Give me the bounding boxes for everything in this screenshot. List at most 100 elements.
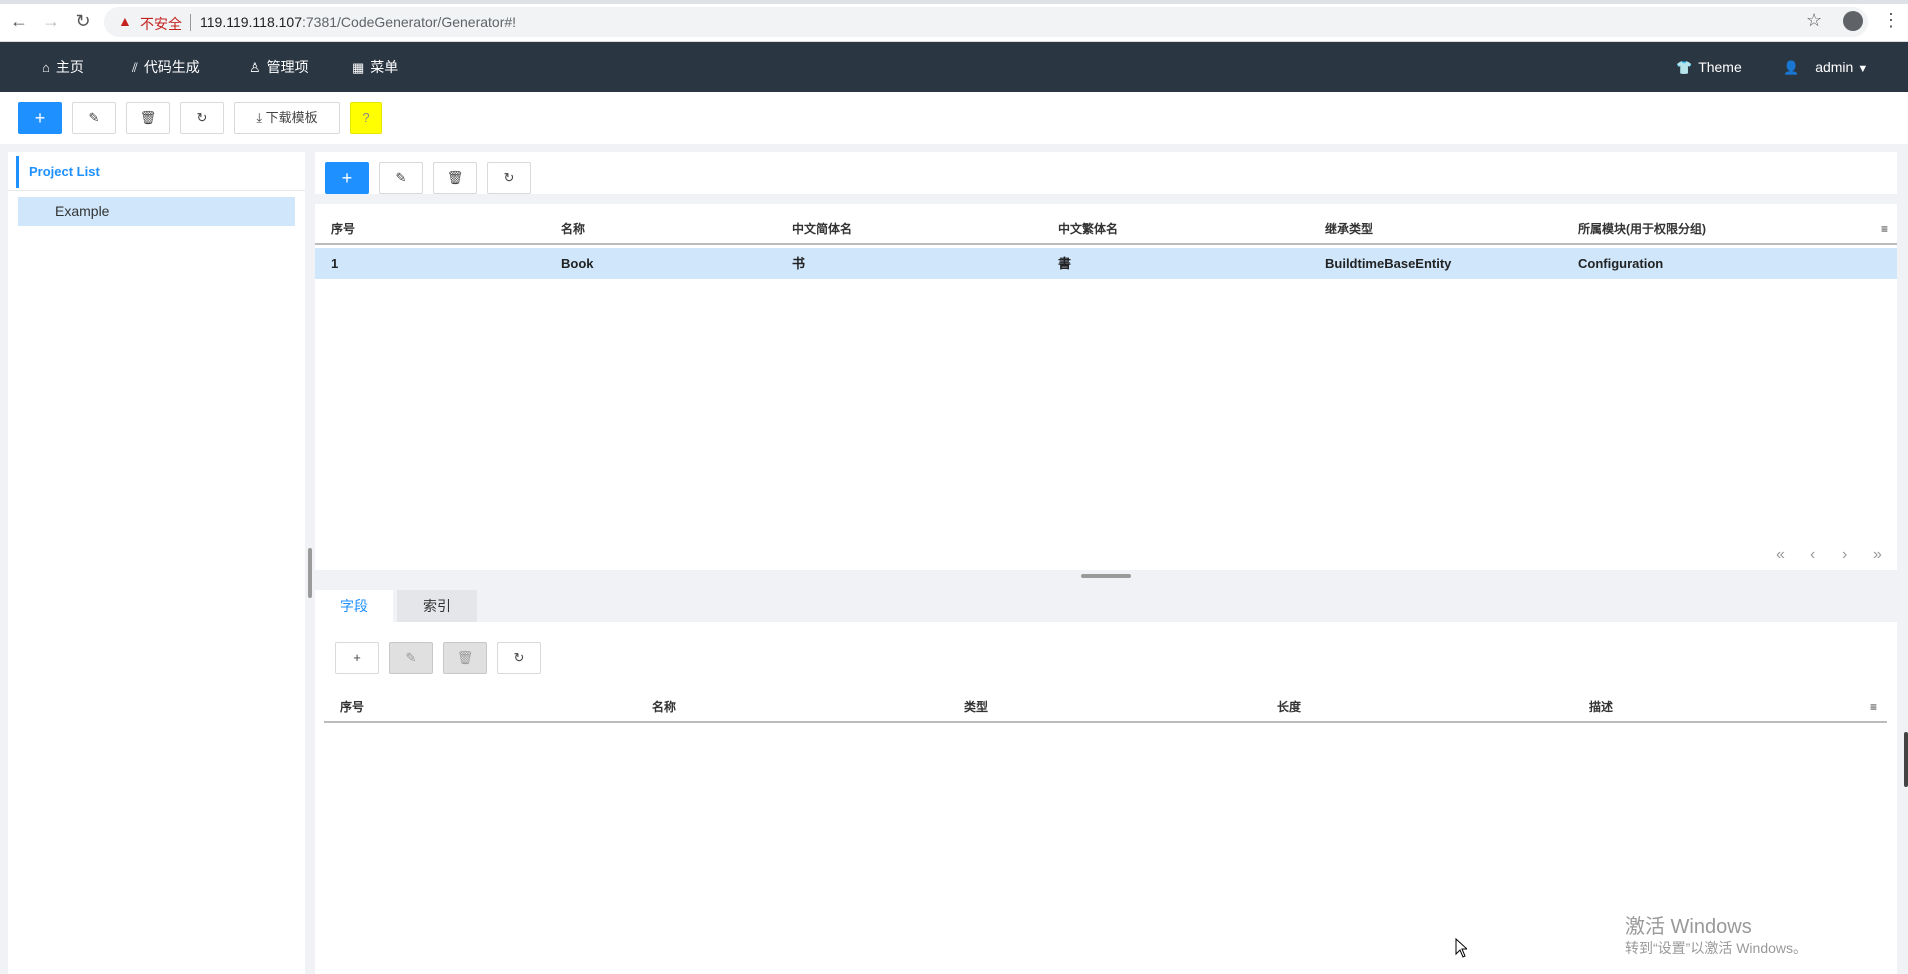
theme-label: Theme [1698,59,1742,75]
home-icon: ⌂ [42,60,50,75]
nav-item-codegen[interactable]: ⫽ 代码生成 [132,42,200,92]
delete-field-button[interactable]: 🗑 [443,642,487,674]
detail-tabs: 字段 索引 [315,582,1897,622]
user-label: admin [1815,59,1854,75]
user-icon: ♙ [249,60,261,75]
table-row[interactable]: 1 Book 书 書 BuildtimeBaseEntity Configura… [315,248,1897,279]
grid-icon: ▦ [352,60,365,75]
refresh-icon: ↻ [503,170,515,185]
horizontal-splitter-handle[interactable] [1081,574,1131,578]
entity-panel: + ✎ 🗑 ↻ 序号 名称 中文简体名 中文繁体名 继承类型 所属模块(用于权限… [315,152,1897,570]
user-menu[interactable]: 👤 admin ▼ [1783,42,1868,92]
security-warning: 不安全 [140,16,182,32]
pager-first-icon[interactable]: « [1776,546,1785,564]
column-header[interactable]: 名称 [561,214,585,245]
refresh-project-button[interactable]: ↻ [180,102,224,134]
add-entity-button[interactable]: + [325,162,369,194]
more-menu-icon[interactable]: ⋮ [1882,10,1900,31]
delete-project-button[interactable]: 🗑 [126,102,170,134]
url-separator [190,14,191,31]
delete-entity-button[interactable]: 🗑 [433,162,477,194]
trash-icon: 🗑 [456,650,474,665]
nav-item-label: 菜单 [370,59,399,75]
pager-last-icon[interactable]: » [1873,546,1882,564]
column-header[interactable]: 名称 [652,692,676,723]
column-menu-icon[interactable]: ≡ [1870,692,1877,723]
plus-icon: + [353,650,361,665]
shirt-icon: 👕 [1676,60,1693,75]
cell-name-cn-simplified: 书 [792,256,806,271]
cell-name-cn-traditional: 書 [1058,256,1072,271]
chevron-down-icon: ▼ [1857,63,1869,75]
project-list-panel: Project List Example [8,152,305,974]
project-tree-item[interactable]: Example [18,197,295,226]
mouse-cursor-icon [1455,938,1467,958]
nav-item-label: 管理项 [266,59,309,75]
chart-icon: ⫽ [132,60,138,75]
project-list-title: Project List [16,156,100,188]
column-header[interactable]: 描述 [1589,692,1613,723]
activation-watermark-subtitle: 转到“设置”以激活 Windows。 [1625,940,1808,956]
column-header[interactable]: 长度 [1277,692,1301,723]
forward-icon[interactable]: → [40,11,62,32]
trash-icon: 🗑 [139,110,157,125]
tab-indexes[interactable]: 索引 [397,590,477,622]
column-header[interactable]: 类型 [964,692,988,723]
pager-next-icon[interactable]: › [1842,546,1847,564]
column-header[interactable]: 中文简体名 [792,214,852,245]
top-navbar: ⌂ 主页 ⫽ 代码生成 ♙ 管理项 ▦ 菜单 👕 Theme 👤 admin ▼ [0,42,1908,92]
nav-item-label: 代码生成 [143,59,200,75]
warning-icon: ▲ [118,13,132,29]
activation-watermark-title: 激活 Windows [1625,916,1752,938]
scrollbar-thumb[interactable] [1904,732,1908,787]
cell-index: 1 [331,256,339,271]
add-field-button[interactable]: + [335,642,379,674]
divider [8,190,305,191]
download-template-button[interactable]: ⤓ 下载模板 [234,102,340,134]
bookmark-star-icon[interactable]: ☆ [1806,10,1822,31]
nav-item-menu[interactable]: ▦ 菜单 [352,42,398,92]
help-button[interactable]: ? [350,102,382,134]
cell-base-type: BuildtimeBaseEntity [1325,256,1452,271]
refresh-field-button[interactable]: ↻ [497,642,541,674]
reload-icon[interactable]: ↻ [72,11,94,32]
plus-icon: + [341,168,353,188]
nav-item-home[interactable]: ⌂ 主页 [42,42,84,92]
browser-chrome: ← → ↻ ▲ 不安全 119.119.118.107:7381/CodeGen… [0,0,1908,42]
download-icon: ⤓ [256,110,266,125]
entity-toolbar: + ✎ 🗑 ↻ [315,152,1897,204]
column-header[interactable]: 序号 [331,214,355,245]
column-header[interactable]: 序号 [340,692,364,723]
trash-icon: 🗑 [446,170,464,185]
refresh-entity-button[interactable]: ↻ [487,162,531,194]
column-menu-icon[interactable]: ≡ [1881,214,1888,245]
edit-field-button[interactable]: ✎ [389,642,433,674]
refresh-icon: ↻ [513,650,525,665]
back-icon[interactable]: ← [8,11,30,32]
edit-entity-button[interactable]: ✎ [379,162,423,194]
edit-project-button[interactable]: ✎ [72,102,116,134]
address-bar[interactable]: ▲ 不安全 119.119.118.107:7381/CodeGenerator… [104,7,1868,37]
url-host: 119.119.118.107 [200,14,302,30]
field-grid-header: 序号 名称 类型 长度 描述 ≡ [324,692,1887,723]
tab-strip [0,0,1908,4]
cell-module: Configuration [1578,256,1664,271]
column-header[interactable]: 继承类型 [1325,214,1373,245]
url-text[interactable]: 119.119.118.107:7381/CodeGenerator/Gener… [200,14,516,30]
edit-icon: ✎ [405,650,417,665]
pager-prev-icon[interactable]: ‹ [1810,546,1815,564]
add-project-button[interactable]: + [18,102,62,134]
column-header[interactable]: 中文繁体名 [1058,214,1118,245]
vertical-splitter-handle[interactable] [308,548,312,598]
nav-item-manage[interactable]: ♙ 管理项 [249,42,309,92]
tab-fields[interactable]: 字段 [315,590,393,622]
profile-avatar-icon[interactable] [1843,11,1863,31]
plus-icon: + [34,108,46,128]
theme-menu[interactable]: 👕 Theme [1676,42,1742,92]
edit-icon: ✎ [88,110,100,125]
column-header[interactable]: 所属模块(用于权限分组) [1578,214,1706,245]
help-icon: ? [362,110,370,125]
edit-icon: ✎ [395,170,407,185]
entity-grid-header: 序号 名称 中文简体名 中文繁体名 继承类型 所属模块(用于权限分组) ≡ [315,214,1897,245]
user-icon: 👤 [1783,60,1800,75]
